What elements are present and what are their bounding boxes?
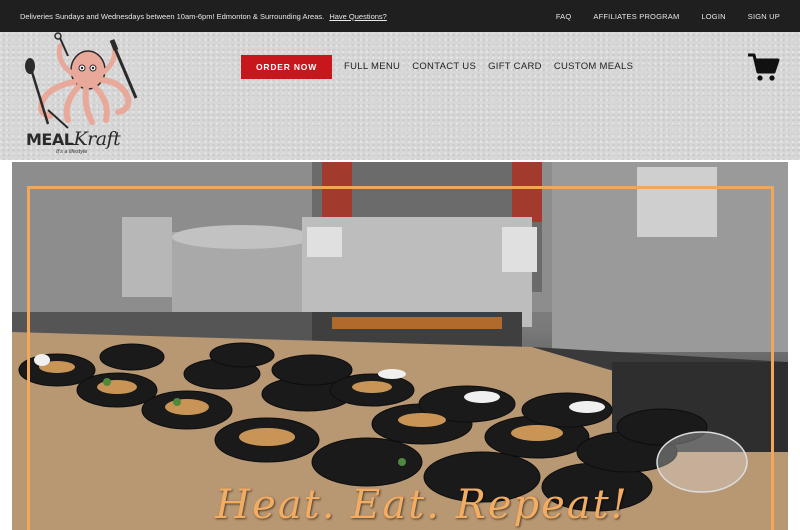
hero-banner: Heat. Eat. Repeat! — [12, 162, 788, 530]
delivery-message: Deliveries Sundays and Wednesdays betwee… — [20, 12, 387, 21]
logo-tagline: It's a lifestyle — [56, 149, 88, 155]
hero-tagline: Heat. Eat. Repeat! — [215, 482, 629, 528]
nav-contact-us[interactable]: CONTACT US — [412, 61, 476, 72]
affiliates-program-link[interactable]: AFFILIATES PROGRAM — [593, 12, 679, 21]
top-announcement-bar: Deliveries Sundays and Wednesdays betwee… — [0, 0, 800, 32]
sign-up-link[interactable]: SIGN UP — [748, 12, 780, 21]
have-questions-link[interactable]: Have Questions? — [329, 12, 387, 21]
shopping-cart-icon[interactable] — [746, 52, 780, 82]
main-navigation: FULL MENU CONTACT US GIFT CARD CUSTOM ME… — [344, 61, 645, 72]
logo-text-kraft: Kraft — [73, 128, 121, 150]
logo-text-meal: MEAL — [26, 130, 74, 149]
faq-link[interactable]: FAQ — [556, 12, 572, 21]
order-now-button[interactable]: ORDER NOW — [241, 55, 332, 79]
nav-custom-meals[interactable]: CUSTOM MEALS — [554, 61, 633, 72]
nav-gift-card[interactable]: GIFT CARD — [488, 61, 542, 72]
logo-wordmark[interactable]: MEALKraft — [26, 128, 121, 150]
delivery-message-text: Deliveries Sundays and Wednesdays betwee… — [20, 11, 325, 21]
site-header: MEALKraft It's a lifestyle ORDER NOW FUL… — [0, 32, 800, 160]
hero-frame — [27, 186, 774, 530]
top-links: FAQ AFFILIATES PROGRAM LOGIN SIGN UP — [534, 12, 780, 21]
nav-full-menu[interactable]: FULL MENU — [344, 61, 400, 72]
login-link[interactable]: LOGIN — [701, 12, 725, 21]
